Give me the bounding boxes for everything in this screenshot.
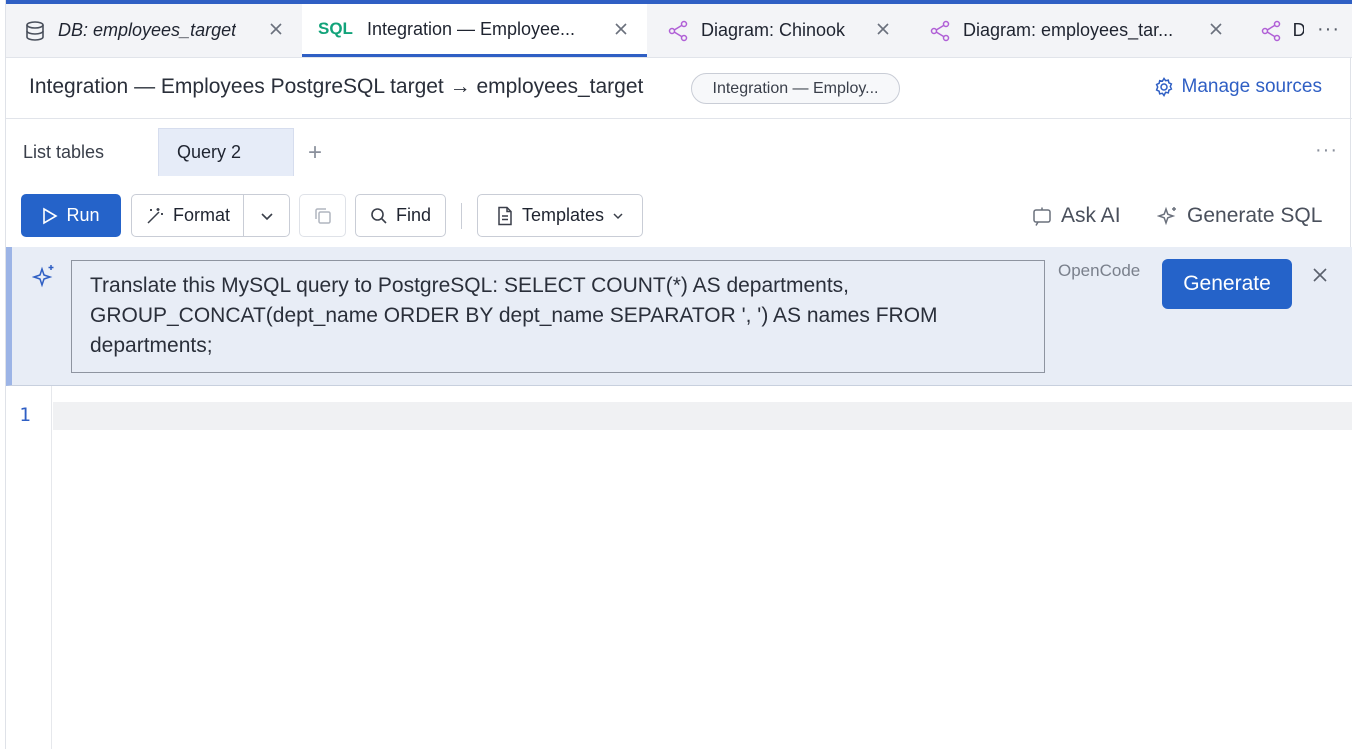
manage-sources-button[interactable]: Manage sources bbox=[1154, 76, 1322, 98]
templates-button[interactable]: Templates bbox=[477, 194, 643, 237]
ai-prompt-panel: Translate this MySQL query to PostgreSQL… bbox=[6, 247, 1352, 386]
page-title: Integration — Employees PostgreSQL targe… bbox=[29, 75, 644, 98]
sql-tag: SQL bbox=[318, 19, 353, 38]
add-tab-icon[interactable]: + bbox=[308, 139, 322, 167]
manage-sources-label: Manage sources bbox=[1181, 76, 1322, 97]
templates-label: Templates bbox=[521, 205, 605, 225]
play-icon bbox=[43, 207, 59, 224]
ask-ai-label: Ask AI bbox=[1061, 204, 1121, 227]
tab-diagram-truncated[interactable]: D bbox=[1242, 4, 1304, 57]
tab-label: DB: employees_target bbox=[58, 20, 237, 40]
sql-editor[interactable]: 1 bbox=[6, 386, 1352, 749]
ai-provider-label: OpenCode bbox=[1058, 261, 1141, 280]
tab-label: Diagram: employees_tar... bbox=[963, 20, 1174, 40]
tab-diagram-employees-target[interactable]: Diagram: employees_tar... bbox=[909, 4, 1242, 57]
tab-label: Integration — Employee... bbox=[366, 18, 576, 39]
ai-prompt-input[interactable]: Translate this MySQL query to PostgreSQL… bbox=[71, 260, 1045, 373]
tab-label: Diagram: Chinook bbox=[701, 20, 846, 40]
find-button[interactable]: Find bbox=[355, 194, 446, 237]
tab-diagram-chinook[interactable]: Diagram: Chinook bbox=[647, 4, 909, 57]
active-line[interactable] bbox=[53, 402, 1352, 430]
search-icon bbox=[371, 207, 387, 224]
tab-list-tables[interactable]: List tables bbox=[23, 128, 104, 176]
diagram-icon bbox=[927, 18, 953, 44]
query-tab-label: List tables bbox=[23, 141, 105, 162]
copy-icon bbox=[314, 207, 331, 224]
generate-sql-label: Generate SQL bbox=[1187, 204, 1323, 227]
app-window: DB: employees_target SQL Integration — E… bbox=[5, 0, 1352, 749]
tab-strip: DB: employees_target SQL Integration — E… bbox=[6, 4, 1352, 58]
chat-bot-icon bbox=[1033, 207, 1051, 226]
run-button[interactable]: Run bbox=[21, 194, 121, 237]
toolbar-divider bbox=[461, 203, 462, 229]
tab-sql-integration[interactable]: SQL Integration — Employee... bbox=[302, 4, 647, 57]
close-icon[interactable] bbox=[1312, 267, 1328, 283]
close-icon[interactable] bbox=[873, 19, 893, 39]
close-icon[interactable] bbox=[266, 19, 286, 39]
line-number: 1 bbox=[19, 404, 31, 426]
close-icon[interactable] bbox=[611, 19, 631, 39]
find-label: Find bbox=[395, 205, 431, 225]
document-icon bbox=[498, 206, 512, 225]
close-icon[interactable] bbox=[1206, 19, 1226, 39]
connection-header: Integration — Employees PostgreSQL targe… bbox=[6, 58, 1352, 119]
sparkle-icon bbox=[1157, 206, 1176, 226]
source-pill[interactable]: Integration — Employ... bbox=[691, 73, 900, 104]
query-tab-label: Query 2 bbox=[177, 142, 242, 162]
diagram-icon bbox=[1260, 18, 1283, 44]
line-gutter bbox=[6, 386, 52, 749]
run-label: Run bbox=[66, 205, 100, 225]
query-tabs: List tables Query 2 + ··· bbox=[6, 119, 1352, 185]
format-button[interactable]: Format bbox=[131, 194, 244, 237]
copy-button[interactable] bbox=[299, 194, 346, 237]
generate-sql-button[interactable]: Generate SQL bbox=[1157, 204, 1322, 228]
ask-ai-button[interactable]: Ask AI bbox=[1031, 204, 1121, 228]
chevron-down-icon bbox=[613, 212, 623, 219]
editor-toolbar: Run Format Find Templates Ask AI Generat… bbox=[6, 185, 1352, 247]
query-more-icon[interactable]: ··· bbox=[1315, 139, 1338, 162]
diagram-icon bbox=[665, 18, 691, 44]
tab-label: D bbox=[1293, 20, 1304, 41]
format-dropdown-button[interactable] bbox=[243, 194, 290, 237]
format-label: Format bbox=[172, 205, 230, 225]
gear-icon bbox=[1155, 77, 1172, 97]
tab-query-2[interactable]: Query 2 bbox=[158, 128, 294, 176]
chevron-down-icon bbox=[260, 212, 273, 220]
sparkle-icon bbox=[32, 265, 54, 288]
magic-wand-icon bbox=[147, 207, 163, 224]
database-icon bbox=[22, 18, 48, 44]
tab-db-employees-target[interactable]: DB: employees_target bbox=[6, 4, 302, 57]
generate-button[interactable]: Generate bbox=[1162, 259, 1292, 309]
more-tabs-icon[interactable]: ··· bbox=[1317, 18, 1340, 41]
